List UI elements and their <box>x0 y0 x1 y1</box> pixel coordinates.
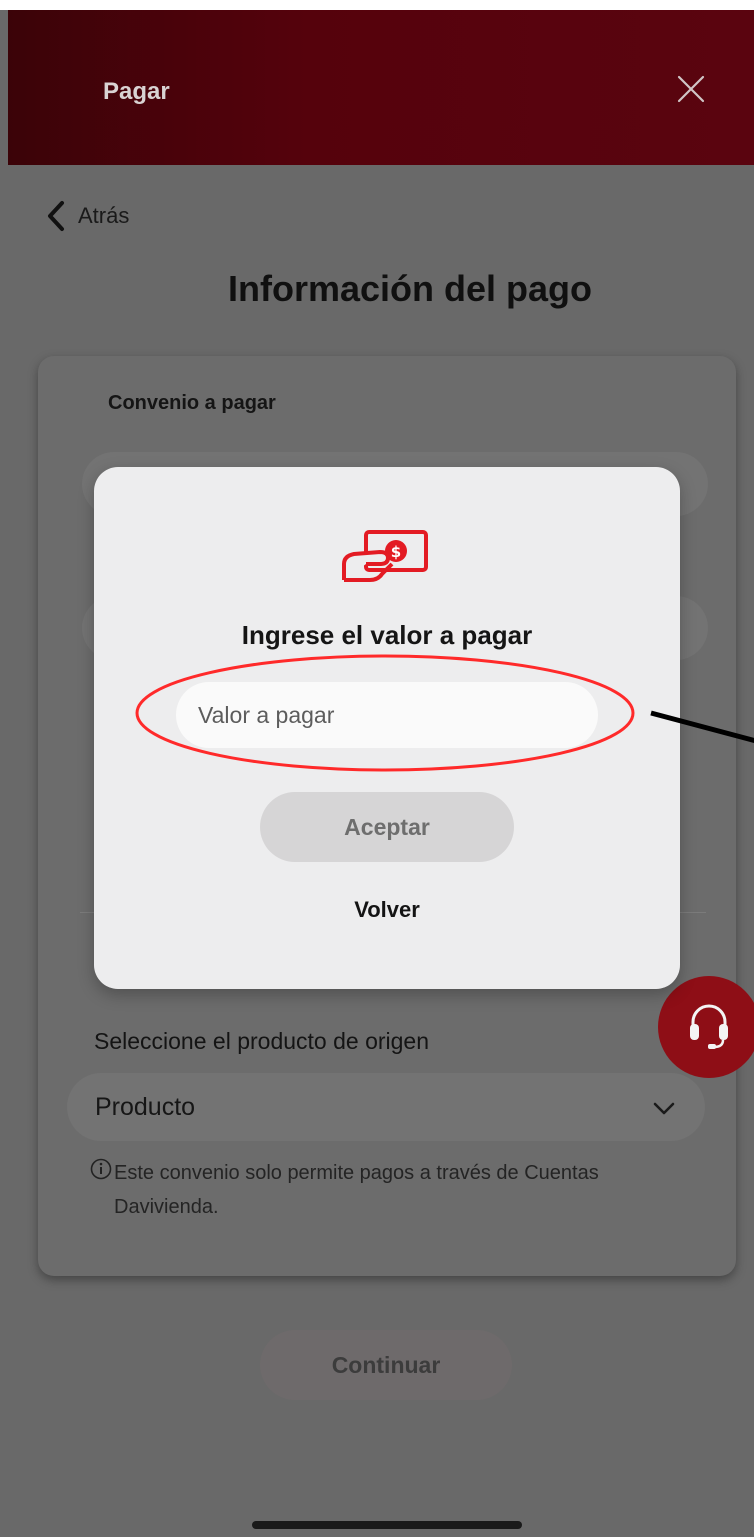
origin-product-label: Seleccione el producto de origen <box>94 1028 430 1054</box>
continue-button[interactable]: Continuar <box>260 1330 512 1400</box>
support-button[interactable] <box>658 976 754 1078</box>
dialog-back-button[interactable]: Volver <box>300 897 474 923</box>
status-bar-area <box>0 0 754 10</box>
cash-payment-icon: $ <box>340 526 432 588</box>
app-bar-title: Pagar <box>103 78 170 105</box>
chevron-down-icon <box>653 1102 675 1115</box>
chevron-left-icon <box>48 201 64 231</box>
amount-input[interactable] <box>176 682 598 748</box>
back-label: Atrás <box>78 203 130 228</box>
agreement-label: Convenio a pagar <box>108 392 276 414</box>
origin-product-value: Producto <box>95 1093 196 1121</box>
close-icon[interactable] <box>674 72 708 106</box>
svg-text:$: $ <box>391 543 401 561</box>
page-title: Información del pago <box>227 268 593 309</box>
accept-button[interactable]: Aceptar <box>260 792 514 862</box>
origin-product-select[interactable]: Producto <box>67 1073 705 1141</box>
dialog-title: Ingrese el valor a pagar <box>241 620 533 650</box>
headset-icon <box>690 1004 728 1049</box>
info-note: Este convenio solo permite pagos a travé… <box>90 1156 650 1224</box>
home-indicator <box>252 1521 522 1529</box>
back-link[interactable]: Atrás <box>46 198 129 234</box>
info-text: Este convenio solo permite pagos a travé… <box>114 1162 599 1218</box>
info-icon <box>90 1158 112 1180</box>
